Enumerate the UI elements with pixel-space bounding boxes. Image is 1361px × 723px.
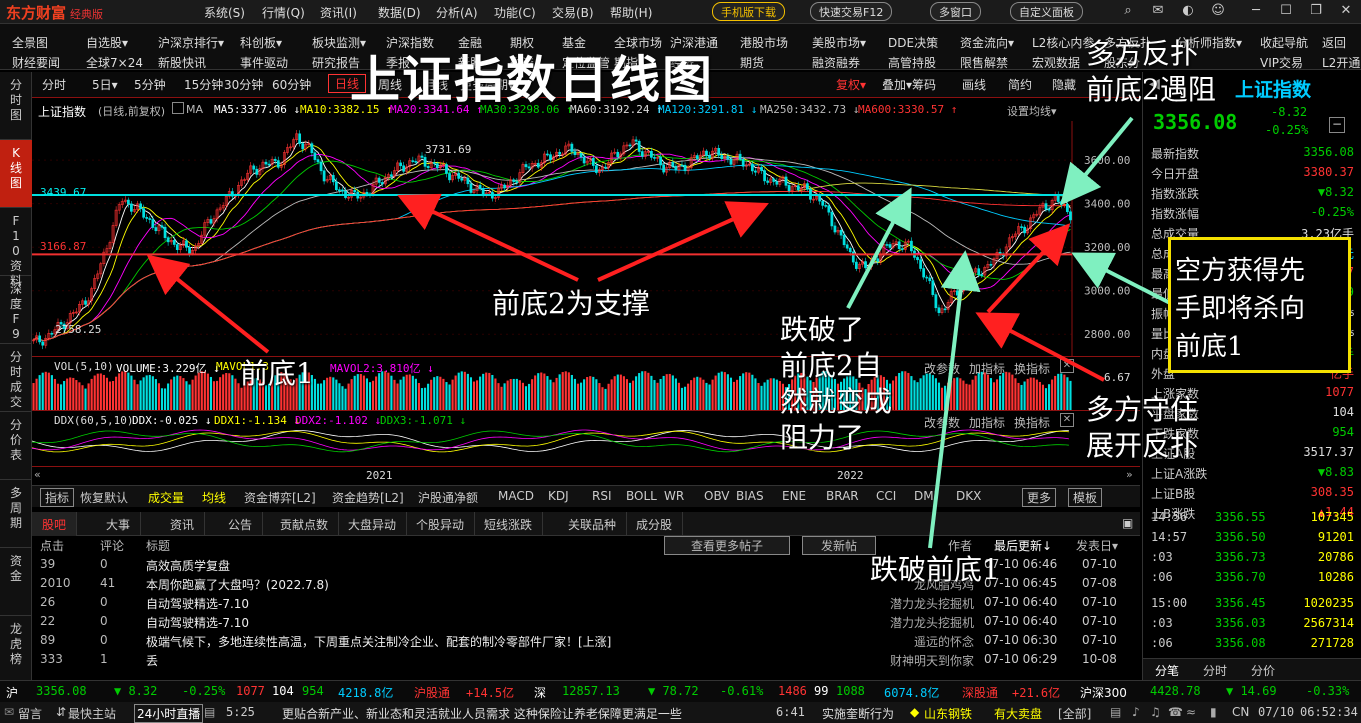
anno-support: 前底2为支撑: [492, 287, 650, 320]
arrow-rebound-resist: [1060, 116, 1134, 206]
anno-rebound: 多方反扑 前底2遇阻: [1086, 37, 1216, 106]
overlay-title: 上证指数日线图: [350, 50, 714, 109]
arrow-bears-target: [1071, 252, 1173, 306]
arrow-support-right: [597, 201, 769, 282]
anno-bulls-hold: 多方守住 展开反扑: [1086, 393, 1199, 462]
arrow-rebound-up: [986, 223, 1071, 314]
arrow-break-bottom-1: [928, 250, 981, 549]
anno-break-resistance: 跌破了 前底2自 然就变成 阻力了: [780, 313, 893, 454]
arrow-bulls-hold: [975, 312, 1105, 382]
anno-bears-box: 空方获得先 手即将杀向 前底1: [1168, 237, 1351, 373]
anno-prev-bottom-1: 前底1: [240, 357, 314, 390]
arrow-prev-bottom-1: [146, 254, 270, 354]
anno-break-bottom-1: 跌破前底1: [870, 553, 1000, 586]
arrow-break-bottom-2: [846, 187, 912, 309]
arrow-support-left: [397, 193, 579, 282]
